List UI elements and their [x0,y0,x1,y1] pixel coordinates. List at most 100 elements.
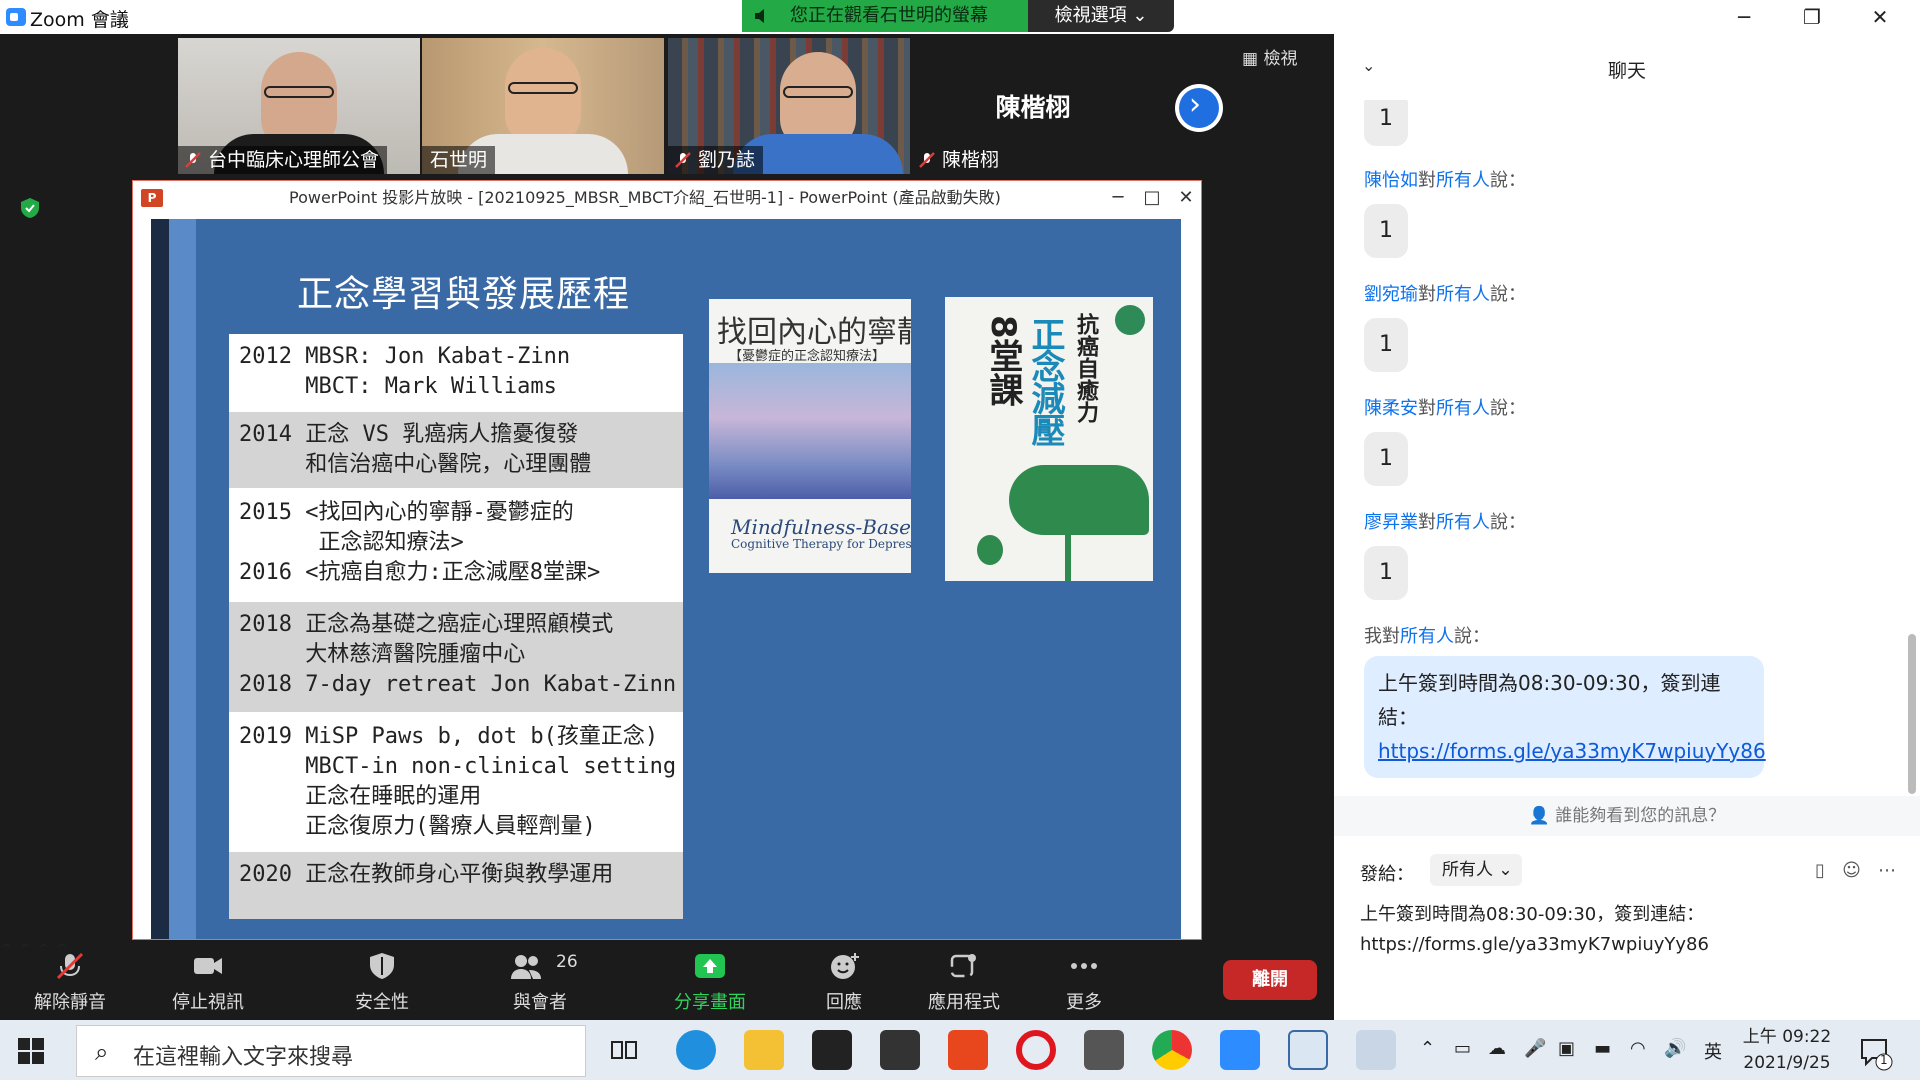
chat-header: ⌄ 聊天 [1334,34,1920,100]
battery-icon[interactable]: ▬ [1594,1038,1611,1059]
glasses [783,86,854,98]
chat-input[interactable]: 上午簽到時間為08:30-09:30，簽到連結： https://forms.g… [1360,900,1900,960]
chat-sender-line: 劉宛瑜對所有人說： [1364,284,1526,305]
search-icon: ⌕ [95,1038,109,1066]
onedrive-icon[interactable]: ☁ [1488,1038,1506,1059]
book-subtitle: 【憂鬱症的正念認知療法】 [729,349,886,364]
more-button[interactable]: 更多 [1034,940,1134,1020]
security-button[interactable]: 安全性 [332,940,432,1020]
ppt-minimize-button[interactable]: ─ [1103,181,1133,215]
grid-icon: ▦ [1242,49,1264,69]
timeline-row: 2014 正念 VS 乳癌病人擔憂復發 和信治癌中心醫院，心理團體 [229,412,683,488]
who-can-see-notice[interactable]: 👤 誰能夠看到您的訊息？ [1334,796,1920,836]
chat-bubble: 1 [1364,318,1408,372]
input-method-indicator[interactable]: 英 [1704,1038,1722,1064]
office-icon[interactable] [948,1030,988,1070]
restore-button[interactable]: ❐ [1784,2,1840,32]
unmute-button[interactable]: 解除靜音 [20,940,120,1020]
signin-link[interactable]: https://forms.gle/ya33myK7wpiuyYy86 [1378,739,1766,763]
stop-video-button[interactable]: 停止視訊 [158,940,258,1020]
viewing-banner-text: 您正在觀看石世明的螢幕 [790,5,988,26]
reactions-button[interactable]: 回應 [794,940,894,1020]
emoji-icon[interactable]: ☺ [1842,860,1861,881]
participants-icon [511,955,541,979]
participant-name: 台中臨床心理師公會 [178,146,388,174]
muted-mic-icon [185,152,201,168]
minimize-button[interactable]: ─ [1716,2,1772,32]
recipient-select[interactable]: 所有人 ⌄ [1430,854,1522,886]
notification-count: 1 [1880,1053,1888,1067]
glasses [508,82,578,94]
apps-icon [950,954,976,978]
volume-icon[interactable]: 🔊 [1664,1038,1686,1059]
next-page-button[interactable]: › [1175,84,1223,132]
participant-face [505,48,581,144]
powerpoint-taskbar-icon[interactable] [1288,1030,1328,1070]
meet-now-icon[interactable]: ▭ [1454,1038,1471,1059]
my-chat-bubble: 上午簽到時間為08:30-09:30，簽到連結： https://forms.g… [1364,656,1766,778]
slide-title: 正念學習與發展歷程 [297,274,631,315]
book-english-subtitle: Cognitive Therapy for Depression [731,537,911,551]
gallery-view-button[interactable]: ▦ 檢視 [1242,44,1320,70]
book-english-title: Mindfulness-Based [731,515,911,539]
apps-button[interactable]: 應用程式 [914,940,1014,1020]
video-tile-participant-4[interactable]: 陳楷栩 陳楷栩 [912,38,1154,174]
video-tile-participant-1[interactable]: 台中臨床心理師公會 [178,38,420,174]
book-seal [1115,305,1145,335]
powerpoint-titlebar: P PowerPoint 投影片放映 - [20210925_MBSR_MBCT… [133,181,1201,215]
video-tile-participant-2[interactable]: 石世明 [422,38,664,174]
more-icon[interactable]: ⋯ [1878,860,1896,881]
clock-time: 上午 09:22 [1742,1027,1832,1047]
calculator-icon[interactable] [1084,1030,1124,1070]
encryption-shield-icon[interactable] [18,196,42,220]
send-to-label: 發給： [1360,864,1414,885]
book-title-line3: 8堂課 [983,315,1023,407]
participants-button[interactable]: 26 與會者 [490,940,590,1020]
taskbar-search[interactable]: ⌕ 在這裡輸入文字來搜尋 [76,1025,586,1077]
ppt-close-button[interactable]: ✕ [1171,181,1201,215]
wifi-icon[interactable]: ◠ [1630,1038,1646,1059]
task-view-icon[interactable] [604,1030,644,1070]
zoom-taskbar-icon[interactable] [1220,1030,1260,1070]
participant-big-name: 陳楷栩 [995,93,1071,122]
chrome-icon[interactable] [1152,1030,1192,1070]
chat-title: 聊天 [1607,60,1646,82]
lotus-bud [977,535,1003,565]
clock-date: 2021/9/25 [1743,1053,1831,1073]
edge-icon[interactable] [676,1030,716,1070]
windows-start-icon[interactable] [18,1038,44,1064]
show-hidden-icons-chevron[interactable]: ⌃ [1420,1038,1435,1059]
book-cover-mbsr: 抗癌自癒力 正念減壓 8堂課 [945,297,1153,581]
lotus-stem [1065,527,1071,581]
display-icon[interactable]: ▣ [1558,1038,1575,1059]
video-tile-participant-3[interactable]: 劉乃誌 [668,38,910,174]
file-explorer-icon[interactable] [744,1030,784,1070]
store-icon[interactable] [812,1030,852,1070]
taskbar-clock[interactable]: 上午 09:22 2021/9/25 [1742,1024,1832,1076]
share-screen-button[interactable]: 分享畫面 [660,940,760,1020]
file-icon[interactable]: ▯ [1815,860,1825,881]
security-shield-icon [370,953,394,979]
notification-center-button[interactable]: 1 [1854,1032,1894,1072]
powerpoint-title: PowerPoint 投影片放映 - [20210925_MBSR_MBCT介紹… [289,188,1001,207]
opera-icon[interactable] [1016,1030,1056,1070]
chat-panel: ⌄ 聊天 1 陳怡如對所有人說： 1 劉宛瑜對所有人說： 1 陳柔安對所有人說：… [1334,34,1920,1020]
viewing-screen-banner: 您正在觀看石世明的螢幕 [742,0,1028,32]
ppt-maximize-button[interactable]: □ [1137,181,1167,215]
app-title: Zoom 會議 [30,9,129,31]
chat-sender-line: 陳柔安對所有人說： [1364,398,1526,419]
microphone-icon[interactable]: 🎤 [1524,1038,1546,1059]
leave-button[interactable]: 離開 [1223,960,1317,1000]
powerpoint-icon: P [141,189,163,207]
meeting-toolbar: 解除靜音 ⌃ 停止視訊 ⌃ 安全性 26 與會者 ⌃ 分享畫面 ⌃ 回應 應用程… [0,940,1334,1020]
mail-icon[interactable] [880,1030,920,1070]
share-arrow-icon [695,954,725,978]
view-options-button[interactable]: 檢視選項 ⌄ [1028,0,1174,32]
zoom-logo-icon [6,8,26,26]
chat-sender-line: 我對所有人說： [1364,626,1490,647]
audio-options-caret[interactable]: ⌃ [0,940,13,959]
book-cover-mbct: 找回內心的寧靜 【憂鬱症的正念認知療法】 Mindfulness-Based C… [709,299,911,573]
paint-icon[interactable] [1356,1030,1396,1070]
close-button[interactable]: ✕ [1852,2,1908,32]
chat-scrollbar[interactable] [1908,634,1916,794]
